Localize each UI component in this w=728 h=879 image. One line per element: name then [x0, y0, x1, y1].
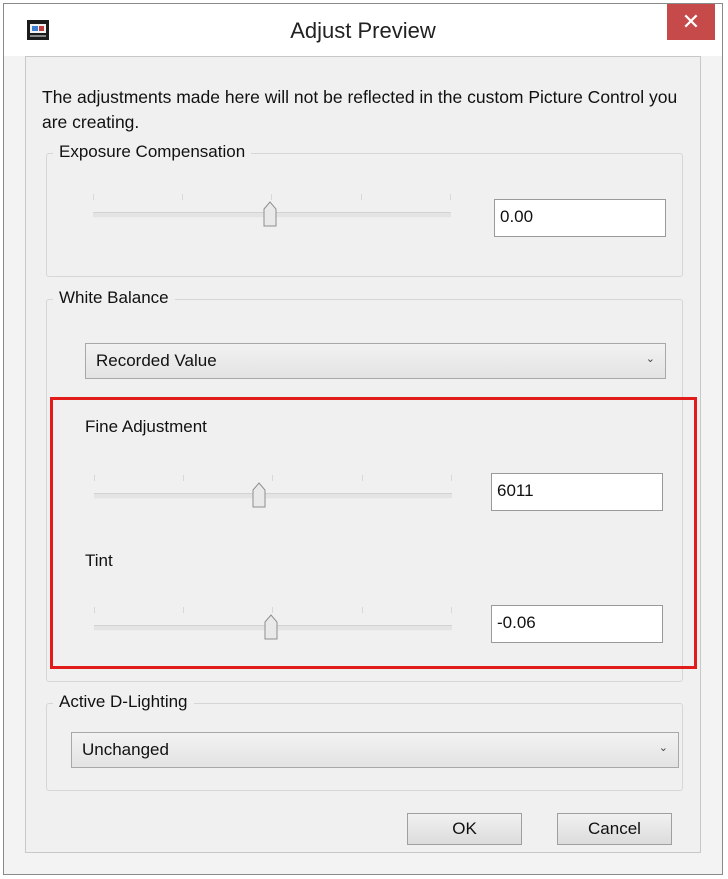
- white-balance-label: White Balance: [53, 288, 175, 308]
- ok-button[interactable]: OK: [407, 813, 522, 845]
- title-bar[interactable]: Adjust Preview ✕: [4, 4, 722, 56]
- slider-tick: [182, 194, 183, 200]
- chevron-down-icon: ⌄: [658, 742, 668, 754]
- slider-tick: [272, 475, 273, 481]
- tint-slider[interactable]: [94, 607, 452, 647]
- active-d-lighting-label: Active D-Lighting: [53, 692, 194, 712]
- chevron-down-icon: ⌄: [645, 353, 655, 365]
- white-balance-dropdown[interactable]: Recorded Value ⌄: [85, 343, 666, 379]
- slider-thumb[interactable]: [263, 201, 277, 227]
- slider-tick: [450, 194, 451, 200]
- slider-track: [94, 493, 452, 499]
- exposure-compensation-label: Exposure Compensation: [53, 142, 252, 162]
- slider-thumb[interactable]: [264, 614, 278, 640]
- fine-adjustment-label: Fine Adjustment: [85, 417, 207, 436]
- slider-thumb[interactable]: [252, 482, 266, 508]
- exposure-value-field[interactable]: 0.00: [494, 199, 666, 237]
- slider-tick: [451, 607, 452, 613]
- close-button[interactable]: ✕: [667, 4, 715, 40]
- active-d-lighting-dropdown[interactable]: Unchanged ⌄: [71, 732, 679, 768]
- slider-tick: [272, 607, 273, 613]
- active-d-lighting-selected: Unchanged: [82, 740, 169, 759]
- slider-tick: [361, 194, 362, 200]
- fine-adjustment-slider[interactable]: [94, 475, 452, 515]
- window-title: Adjust Preview: [290, 18, 436, 43]
- slider-tick: [362, 607, 363, 613]
- slider-tick: [451, 475, 452, 481]
- cancel-button[interactable]: Cancel: [557, 813, 672, 845]
- slider-tick: [271, 194, 272, 200]
- slider-tick: [183, 607, 184, 613]
- dialog-content: The adjustments made here will not be re…: [25, 56, 701, 853]
- slider-tick: [362, 475, 363, 481]
- slider-tick: [94, 607, 95, 613]
- adjust-preview-dialog: Adjust Preview ✕ The adjustments made he…: [3, 3, 723, 875]
- slider-tick: [94, 475, 95, 481]
- tint-value-field[interactable]: -0.06: [491, 605, 663, 643]
- description-text: The adjustments made here will not be re…: [42, 87, 678, 132]
- slider-tick: [183, 475, 184, 481]
- slider-tick: [93, 194, 94, 200]
- close-icon: ✕: [681, 9, 701, 34]
- exposure-compensation-group: Exposure Compensation 0.00: [46, 142, 683, 277]
- tint-label: Tint: [85, 551, 113, 570]
- fine-adjustment-value-field[interactable]: 6011: [491, 473, 663, 511]
- active-d-lighting-group: Active D-Lighting Unchanged ⌄: [46, 692, 683, 791]
- exposure-slider[interactable]: [93, 194, 451, 234]
- white-balance-selected: Recorded Value: [96, 351, 217, 370]
